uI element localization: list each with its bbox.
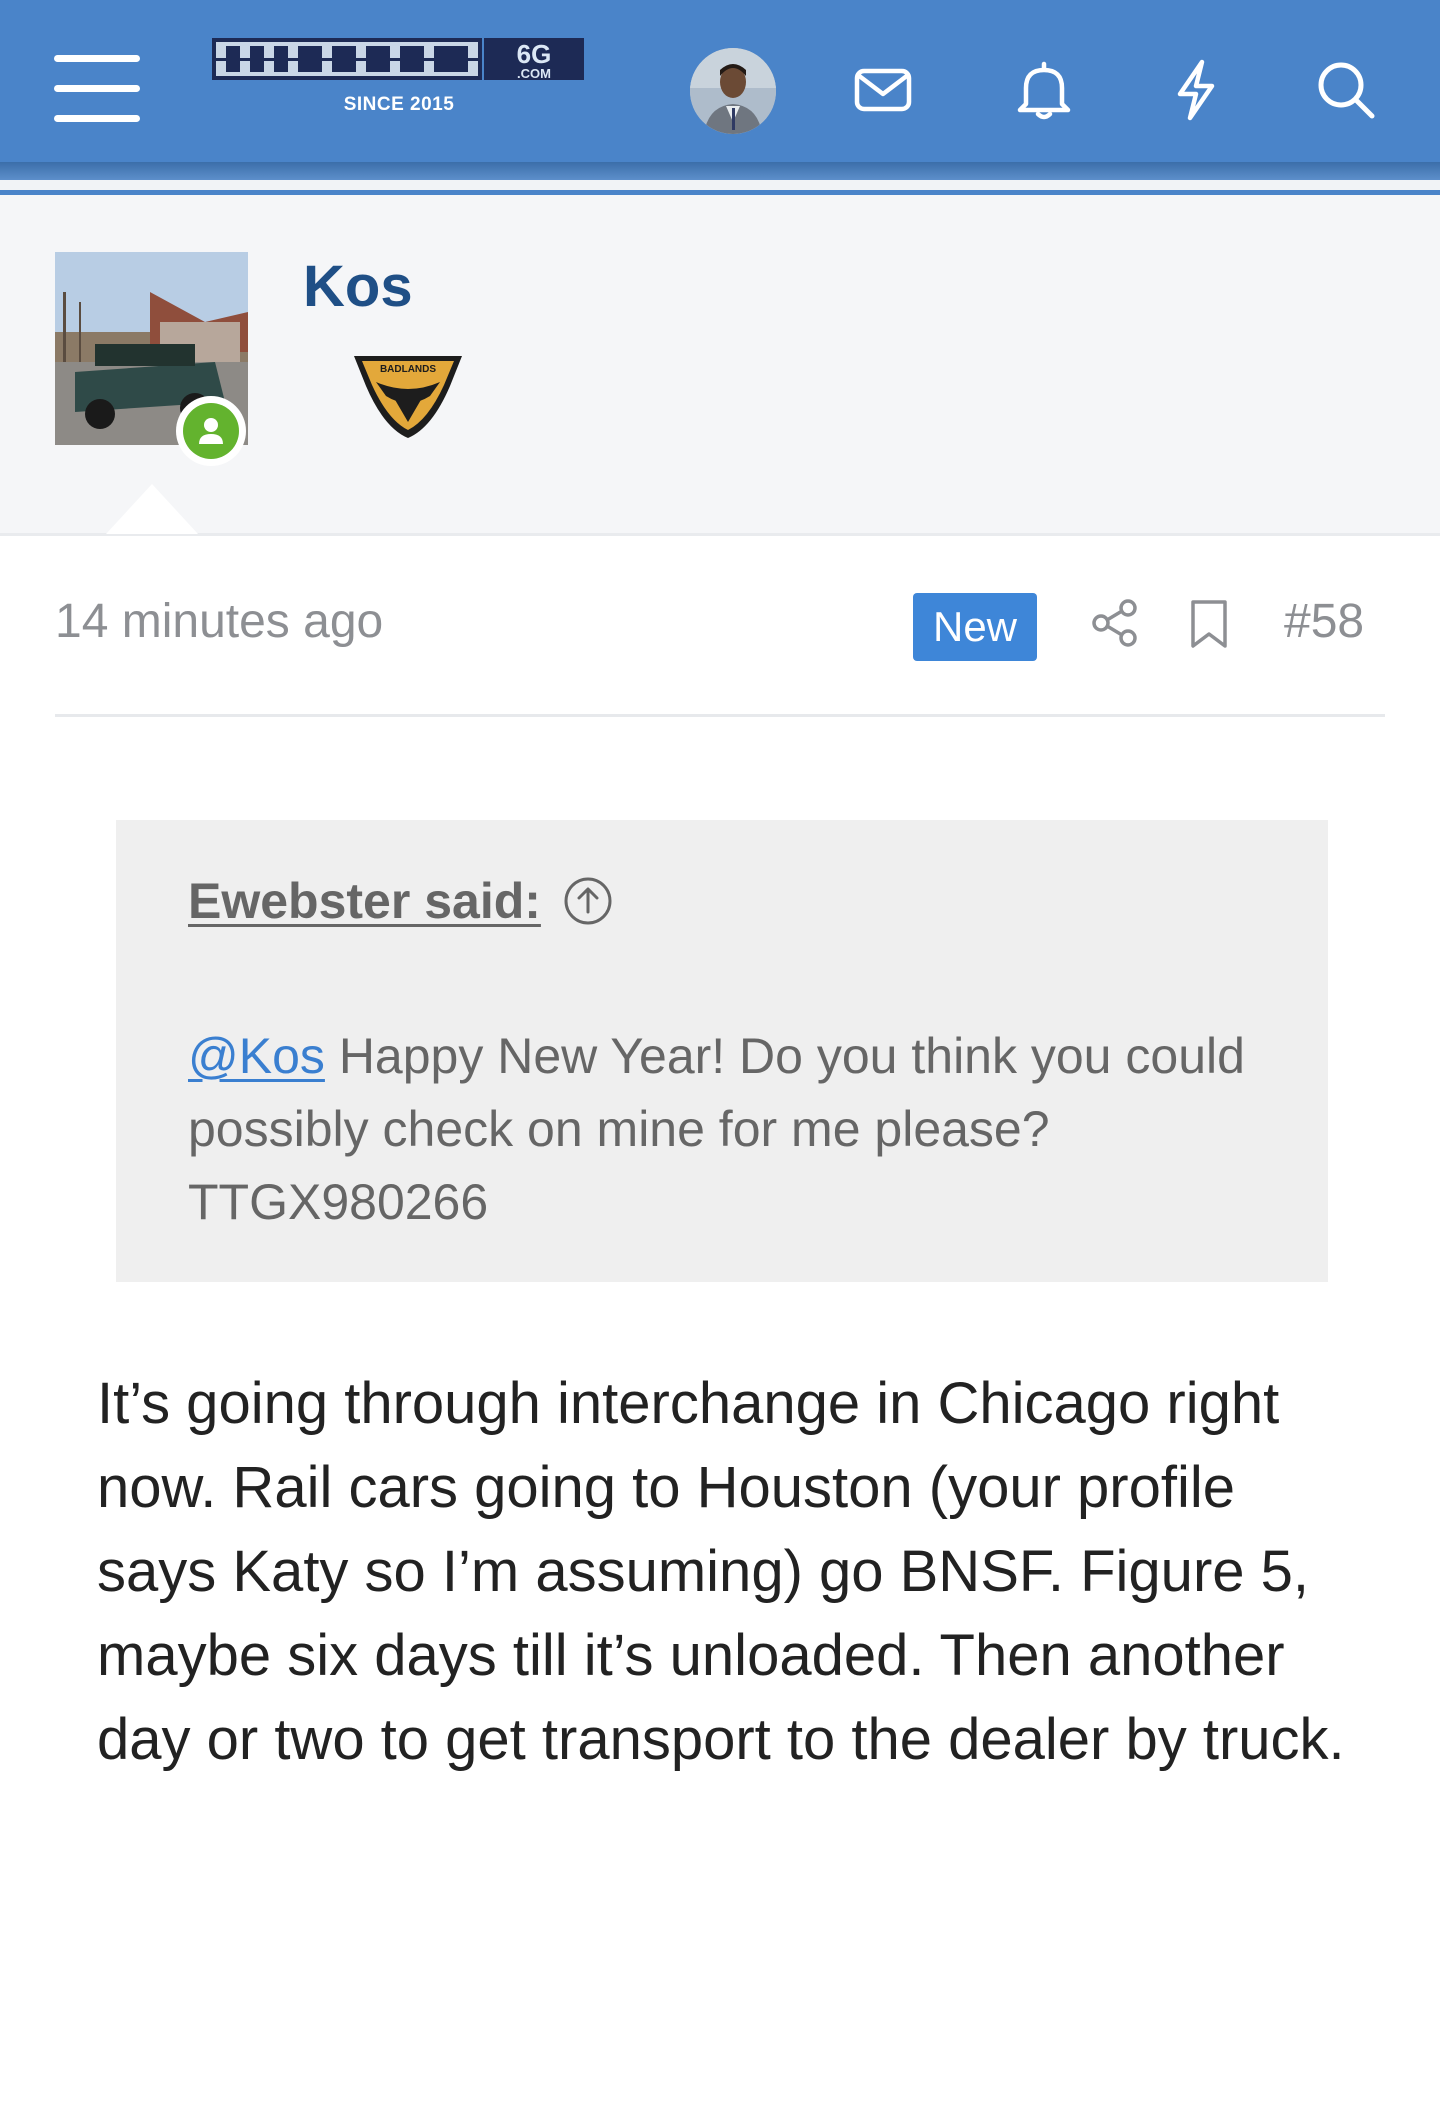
svg-text:6G: 6G bbox=[517, 39, 552, 69]
badge-text: BADLANDS bbox=[380, 364, 436, 375]
share-icon[interactable] bbox=[1090, 598, 1140, 648]
menu-icon[interactable] bbox=[54, 55, 140, 123]
svg-text:.COM: .COM bbox=[517, 66, 551, 81]
post-message: It’s going through interchange in Chicag… bbox=[97, 1371, 1345, 1772]
quote-message: Happy New Year! Do you think you could p… bbox=[188, 1028, 1245, 1230]
mail-icon[interactable] bbox=[847, 54, 919, 126]
meta-divider bbox=[55, 714, 1385, 717]
quote-author-link[interactable]: Ewebster said: bbox=[188, 872, 541, 930]
post-timestamp[interactable]: 14 minutes ago bbox=[55, 598, 383, 646]
bookmark-icon[interactable] bbox=[1187, 598, 1231, 650]
quote-block: Ewebster said: @Kos Happy New Year! Do y… bbox=[116, 820, 1328, 1282]
quote-text: @Kos Happy New Year! Do you think you co… bbox=[188, 1020, 1288, 1239]
bell-icon[interactable] bbox=[1008, 54, 1080, 126]
new-badge: New bbox=[913, 593, 1037, 661]
author-username[interactable]: Kos bbox=[303, 258, 413, 316]
post-number[interactable]: #58 bbox=[1284, 598, 1364, 646]
logo-wordmark-icon: 6G .COM bbox=[212, 38, 584, 81]
lightning-icon[interactable] bbox=[1160, 54, 1232, 126]
site-logo[interactable]: 6G .COM SINCE 2015 bbox=[212, 34, 586, 124]
user-mention-link[interactable]: @Kos bbox=[188, 1028, 325, 1084]
search-icon[interactable] bbox=[1310, 54, 1382, 126]
jump-to-quote-icon[interactable] bbox=[563, 876, 613, 926]
top-bar-shadow bbox=[0, 162, 1440, 180]
online-status-badge bbox=[176, 396, 246, 466]
badlands-badge-icon: BADLANDS bbox=[354, 356, 462, 438]
logo-since: SINCE 2015 bbox=[343, 94, 455, 115]
user-avatar-image bbox=[690, 48, 776, 134]
user-avatar[interactable] bbox=[690, 48, 776, 134]
user-online-icon bbox=[199, 418, 223, 444]
quote-header: Ewebster said: bbox=[188, 872, 613, 930]
author-panel-pointer bbox=[106, 484, 198, 534]
